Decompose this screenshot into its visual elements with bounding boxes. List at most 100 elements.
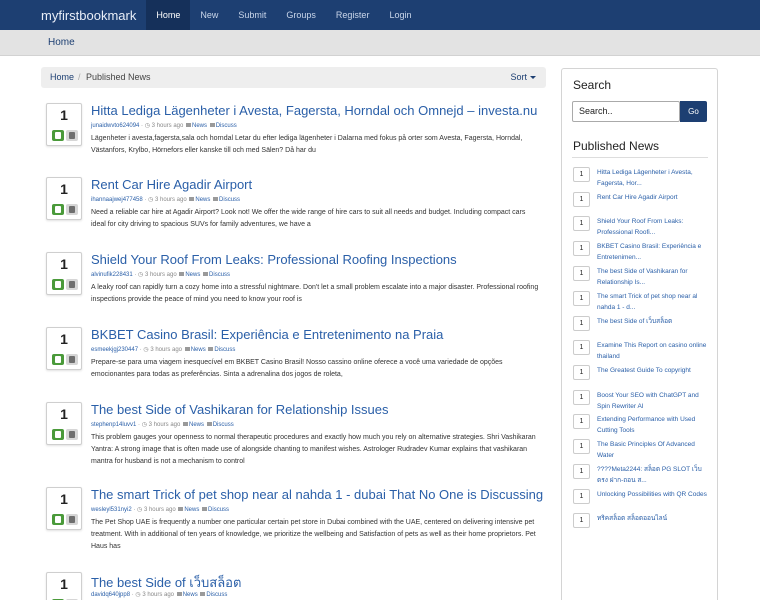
vote-box: 1	[46, 327, 82, 370]
clock-icon: ◷	[148, 197, 154, 203]
thumbs-up-icon[interactable]	[52, 354, 64, 365]
thumbs-down-icon[interactable]	[66, 204, 78, 215]
news-link[interactable]: The smart Trick of pet shop near al nahd…	[597, 291, 709, 313]
news-link[interactable]: The best Side of เว็บสล็อต	[597, 316, 709, 327]
story-user[interactable]: esmeekjgj230447	[91, 347, 138, 353]
sidebar: Search Search.. Go Published News 1 Hitta…	[561, 68, 718, 600]
published-news-heading: Published News	[573, 139, 660, 153]
news-link[interactable]: Boost Your SEO with ChatGPT and Spin Rew…	[597, 390, 709, 412]
story-time: 3 hours ago	[148, 422, 181, 428]
vote-box: 1	[46, 252, 82, 295]
story-time: 3 hours ago	[151, 123, 184, 129]
story-meta: wesleyl531nyi2 · ◷ 3 hours ago News Disc…	[91, 507, 230, 513]
caret-down-icon	[530, 76, 536, 80]
divider	[572, 157, 708, 158]
thumbs-up-icon[interactable]	[52, 514, 64, 525]
news-link[interactable]: ทริคสล็อต สล็อตออนไลน์	[597, 513, 709, 524]
story-discuss[interactable]: Discuss	[208, 507, 229, 513]
news-link[interactable]: ????Meta2244: สล็อต PG SLOT เว็บตรง ฝาก-…	[597, 464, 709, 486]
story-discuss[interactable]: Discuss	[216, 123, 237, 129]
comment-icon	[213, 197, 219, 202]
story-category[interactable]: News	[185, 272, 200, 278]
news-link[interactable]: Rent Car Hire Agadir Airport	[597, 192, 709, 203]
story-user[interactable]: alvinufik228431	[91, 272, 133, 278]
news-count: 1	[573, 192, 590, 207]
story-discuss[interactable]: Discuss	[206, 592, 227, 598]
story-category[interactable]: News	[192, 123, 207, 129]
story-title[interactable]: Rent Car Hire Agadir Airport	[91, 177, 252, 192]
thumbs-down-icon[interactable]	[66, 354, 78, 365]
story-meta: esmeekjgj230447 · ◷ 3 hours ago News Dis…	[91, 347, 236, 353]
news-count: 1	[573, 291, 590, 306]
thumbs-down-icon[interactable]	[66, 514, 78, 525]
comment-icon	[208, 347, 214, 352]
news-link[interactable]: BKBET Casino Brasil: Experiência e Entre…	[597, 241, 709, 263]
news-link[interactable]: The Greatest Guide To copyright	[597, 365, 709, 376]
vote-count: 1	[60, 576, 68, 592]
story-user[interactable]: wesleyl531nyi2	[91, 507, 132, 513]
story-title[interactable]: The best Side of เว็บสล็อต	[91, 572, 241, 593]
news-link[interactable]: Extending Performance with Used Cutting …	[597, 414, 709, 436]
nav-register[interactable]: Register	[326, 0, 380, 30]
story-user[interactable]: junaidwvto624094	[91, 123, 139, 129]
news-count: 1	[573, 464, 590, 479]
clock-icon: ◷	[143, 347, 149, 353]
nav-submit[interactable]: Submit	[228, 0, 276, 30]
site-brand[interactable]: myfirstbookmark	[0, 8, 146, 23]
story-description: Lägenheter i avesta,fagersta,sala och ho…	[91, 135, 523, 154]
story-discuss[interactable]: Discuss	[219, 197, 240, 203]
thumbs-up-icon[interactable]	[52, 130, 64, 141]
story-discuss[interactable]: Discuss	[209, 272, 230, 278]
story-user[interactable]: davidq640jpp8	[91, 592, 130, 598]
search-go-button[interactable]: Go	[680, 101, 707, 122]
story-time: 3 hours ago	[143, 507, 176, 513]
search-input[interactable]: Search..	[572, 101, 680, 122]
story-time: 3 hours ago	[154, 197, 187, 203]
vote-count: 1	[60, 256, 68, 272]
nav-home[interactable]: Home	[146, 0, 191, 30]
thumbs-down-icon[interactable]	[66, 279, 78, 290]
thumbs-down-icon[interactable]	[66, 130, 78, 141]
news-count: 1	[573, 241, 590, 256]
story-user[interactable]: ihannaajwej477458	[91, 197, 143, 203]
news-link[interactable]: Unlocking Possibilities with QR Codes	[597, 489, 709, 500]
nav-login[interactable]: Login	[379, 0, 421, 30]
story-meta: junaidwvto624094 · ◷ 3 hours ago News Di…	[91, 123, 237, 129]
news-link[interactable]: Shield Your Roof From Leaks: Professiona…	[597, 216, 709, 238]
news-link[interactable]: Examine This Report on casino online tha…	[597, 340, 709, 362]
news-link[interactable]: The best Side of Vashikaran for Relation…	[597, 266, 709, 288]
story-discuss[interactable]: Discuss	[213, 422, 234, 428]
news-link[interactable]: The Basic Principles Of Advanced Water	[597, 439, 709, 461]
story-title[interactable]: Shield Your Roof From Leaks: Professiona…	[91, 252, 457, 267]
story-discuss[interactable]: Discuss	[214, 347, 235, 353]
story-category[interactable]: News	[195, 197, 210, 203]
story-user[interactable]: stephenp14luvv1	[91, 422, 136, 428]
story-category[interactable]: News	[189, 422, 204, 428]
news-count: 1	[573, 216, 590, 231]
story-title[interactable]: The best Side of Vashikaran for Relation…	[91, 402, 388, 417]
story-description: This problem gauges your openness to nor…	[91, 434, 536, 465]
news-count: 1	[573, 513, 590, 528]
nav-groups[interactable]: Groups	[276, 0, 326, 30]
story-description: Prepare-se para uma viagem inesquecível …	[91, 359, 503, 378]
story-title[interactable]: Hitta Lediga Lägenheter i Avesta, Fagers…	[91, 103, 537, 118]
story-title[interactable]: The smart Trick of pet shop near al nahd…	[91, 487, 543, 502]
news-link[interactable]: Hitta Lediga Lägenheter i Avesta, Fagers…	[597, 167, 709, 189]
news-count: 1	[573, 414, 590, 429]
news-count: 1	[573, 266, 590, 281]
clock-icon: ◷	[135, 592, 141, 598]
story-category[interactable]: News	[191, 347, 206, 353]
breadcrumb-home[interactable]: Home	[50, 72, 74, 82]
folder-icon	[178, 507, 184, 512]
vote-box: 1	[46, 103, 82, 146]
nav-new[interactable]: New	[190, 0, 228, 30]
thumbs-up-icon[interactable]	[52, 429, 64, 440]
story-category[interactable]: News	[183, 592, 198, 598]
story-title[interactable]: BKBET Casino Brasil: Experiência e Entre…	[91, 327, 443, 342]
thumbs-up-icon[interactable]	[52, 279, 64, 290]
thumbs-up-icon[interactable]	[52, 204, 64, 215]
thumbs-down-icon[interactable]	[66, 429, 78, 440]
sub-header-title[interactable]: Home	[48, 37, 75, 48]
story-category[interactable]: News	[184, 507, 199, 513]
sort-dropdown[interactable]: Sort	[510, 72, 536, 82]
